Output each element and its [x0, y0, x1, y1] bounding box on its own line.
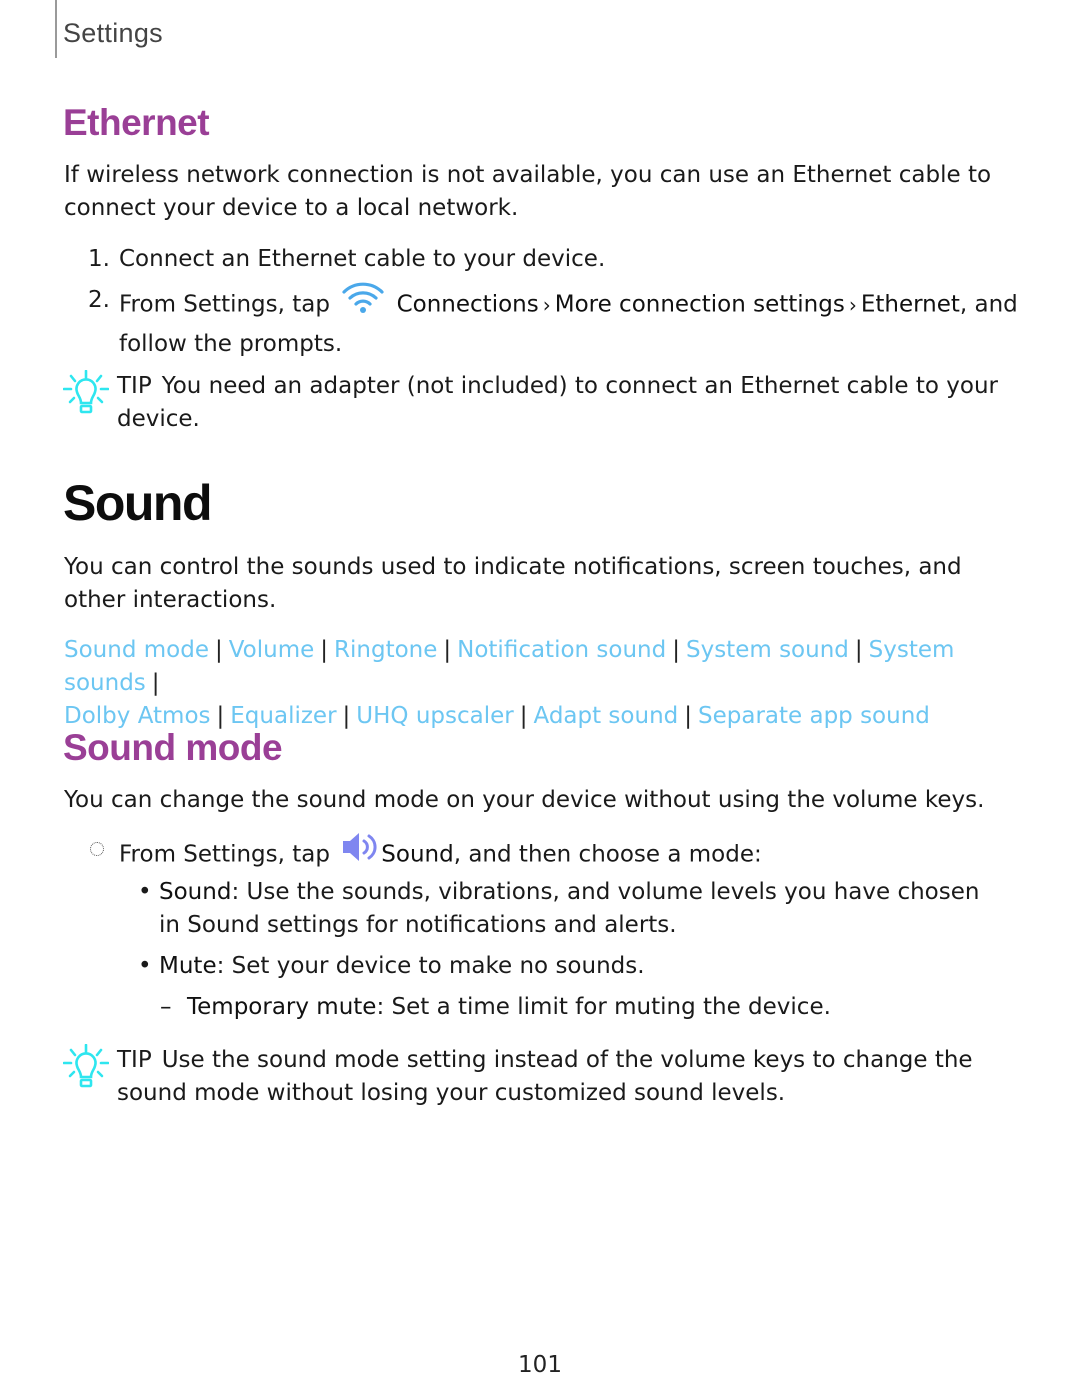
link-uhq-upscaler[interactable]: UHQ upscaler [356, 703, 513, 729]
option-desc: : Set a time limit for muting the device… [376, 994, 831, 1020]
ethernet-step-2: 2. From Settings, tap Connections › More c… [88, 280, 1018, 361]
option-temporary-mute: – Temporary mute: Set a time limit for m… [160, 991, 1000, 1024]
step-text: Connect an Ethernet cable to your device… [119, 246, 606, 272]
tip-body: You need an adapter (not included) to co… [117, 373, 998, 432]
tip-label: TIP [117, 373, 152, 399]
separator: | [216, 703, 225, 729]
step-number: 1. [88, 246, 110, 272]
step-text: From Settings, tap Connections › More conn… [119, 280, 1018, 361]
separator: | [151, 670, 160, 696]
bullet-icon: • [138, 879, 152, 905]
option-term: Temporary mute [187, 994, 377, 1020]
step-prefix: From Settings, tap [119, 841, 330, 868]
link-notification-sound[interactable]: Notification sound [457, 637, 666, 663]
link-separate-app-sound[interactable]: Separate app sound [698, 703, 930, 729]
step-number: 2. [88, 287, 110, 313]
path-more-connection-settings: More connection settings [554, 291, 845, 318]
tip-label: TIP [117, 1047, 152, 1073]
chevron-right-icon: › [848, 292, 857, 317]
separator: | [214, 637, 223, 663]
link-ringtone[interactable]: Ringtone [334, 637, 437, 663]
option-desc: : Set your device to make no sounds. [216, 953, 645, 979]
lightbulb-icon [62, 369, 110, 428]
wifi-icon [341, 280, 385, 324]
tip-text: TIP Use the sound mode setting instead of… [117, 1044, 1013, 1110]
sound-mode-heading: Sound mode [63, 727, 283, 768]
link-system-sound[interactable]: System sound [686, 637, 849, 663]
path-connections: Connections [396, 291, 539, 318]
ethernet-intro: If wireless network connection is not av… [64, 162, 992, 221]
separator: | [443, 637, 452, 663]
bullet-icon: • [138, 953, 152, 979]
option-desc: : Use the sounds, vibrations, and volume… [159, 879, 980, 938]
sound-mode-step: From Settings, tap Sound, and then choos… [119, 833, 1049, 877]
lightbulb-icon [62, 1043, 110, 1102]
separator: | [672, 637, 680, 663]
option-sound: • Sound: Use the sounds, vibrations, and… [138, 876, 998, 942]
section-label: Settings [63, 18, 163, 48]
header-rule [55, 0, 57, 58]
sound-intro: You can control the sounds used to indic… [64, 554, 962, 613]
ethernet-step-1: 1. Connect an Ethernet cable to your dev… [88, 242, 1018, 276]
ethernet-heading: Ethernet [63, 102, 210, 143]
link-adapt-sound[interactable]: Adapt sound [533, 703, 678, 729]
tip-body: Use the sound mode setting instead of th… [117, 1047, 973, 1106]
option-term: Sound [159, 879, 232, 905]
dash-icon: – [160, 994, 172, 1020]
option-text: Sound: Use the sounds, vibrations, and v… [159, 876, 998, 942]
sound-heading: Sound [63, 475, 213, 531]
step-prefix: From Settings, tap [119, 291, 330, 318]
link-dolby-atmos[interactable]: Dolby Atmos [64, 703, 211, 729]
link-equalizer[interactable]: Equalizer [230, 703, 336, 729]
step-bullet-icon [90, 842, 104, 856]
separator: | [519, 703, 528, 729]
path-ethernet: Ethernet [860, 291, 960, 318]
sound-mode-intro: You can change the sound mode on your de… [64, 787, 985, 813]
separator: | [854, 637, 863, 663]
option-text: Temporary mute: Set a time limit for mut… [187, 991, 1000, 1024]
tip-text: TIP You need an adapter (not included) to… [117, 370, 1013, 436]
step-suffix: , and then choose a mode: [453, 841, 762, 868]
sound-mode-tip: TIP Use the sound mode setting instead of… [62, 1043, 1013, 1110]
sound-path: Sound [381, 841, 454, 868]
speaker-icon [341, 830, 377, 874]
option-text: Mute: Set your device to make no sounds. [159, 950, 998, 983]
separator: | [342, 703, 351, 729]
separator: | [684, 703, 692, 729]
ethernet-tip: TIP You need an adapter (not included) to… [62, 369, 1013, 436]
link-volume[interactable]: Volume [229, 637, 315, 663]
link-sound-mode[interactable]: Sound mode [64, 637, 209, 663]
page-number: 101 [518, 1352, 562, 1378]
chevron-right-icon: › [542, 292, 551, 317]
option-term: Mute [159, 953, 217, 979]
option-mute: • Mute: Set your device to make no sound… [138, 950, 998, 983]
separator: | [320, 637, 329, 663]
sound-topic-links: Sound mode | Volume | Ringtone | Notification … [64, 634, 1024, 733]
